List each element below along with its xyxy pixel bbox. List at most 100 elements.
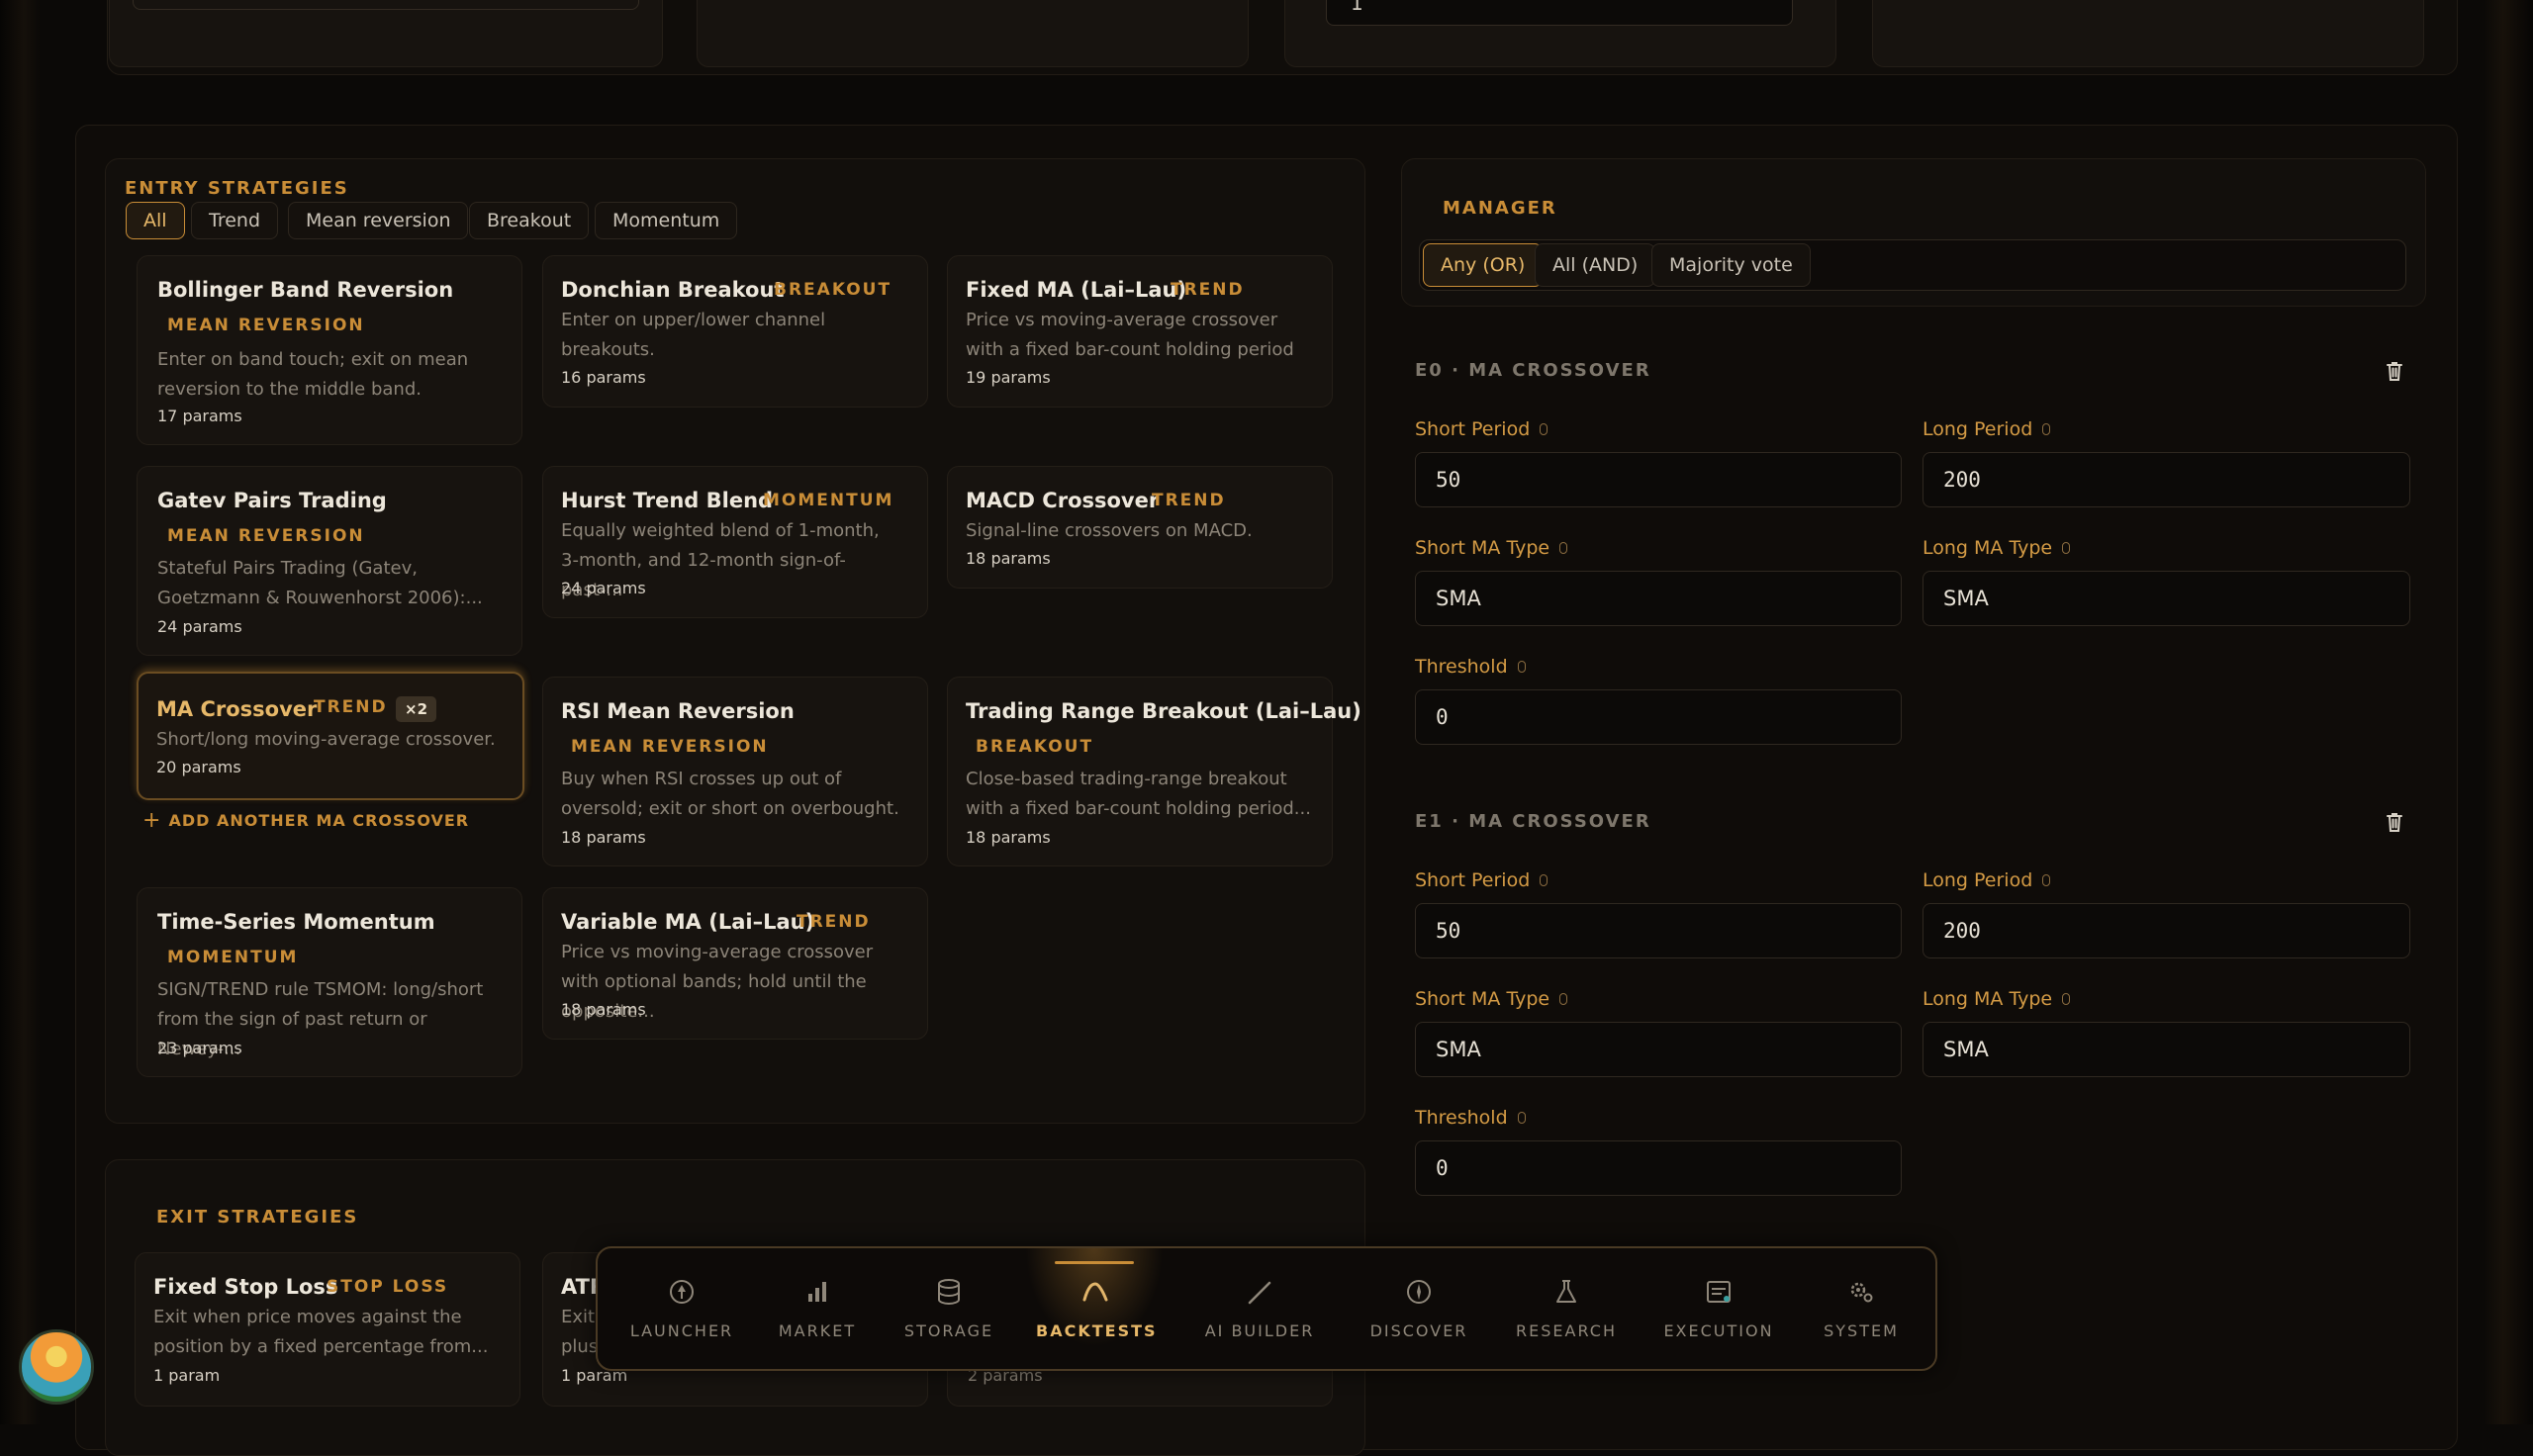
info-icon [2042, 874, 2051, 886]
short-ma-type-label: Short MA Type [1415, 988, 1568, 1010]
card-title: Hurst Trend Blend [561, 489, 774, 512]
card-desc: Exit when price moves against the positi… [153, 1307, 489, 1357]
strategy-card-trading-range[interactable]: Trading Range Breakout (Lai–Lau) BREAKOU… [947, 677, 1361, 866]
card-tag: BREAKOUT [976, 737, 1094, 757]
card-tag: TREND [1152, 491, 1226, 510]
short-period-label: Short Period [1415, 418, 1548, 440]
card-params: 18 params [966, 828, 1051, 847]
exit-card-fixed-stop-loss[interactable]: Fixed Stop Loss STOP LOSS Exit when pric… [135, 1252, 520, 1407]
card-desc: Close-based trading-range breakout with … [966, 769, 1311, 819]
card-params: 24 params [157, 617, 242, 636]
nav-discover[interactable]: DISCOVER [1360, 1276, 1478, 1340]
info-icon [1517, 1112, 1526, 1124]
exit-strategies-heading: EXIT STRATEGIES [156, 1207, 359, 1228]
flask-icon [1556, 1280, 1576, 1303]
card-params: 18 params [561, 1000, 646, 1019]
gear-icon [1850, 1282, 1873, 1303]
card-tag: BREAKOUT [774, 280, 892, 300]
card-desc: Stateful Pairs Trading (Gatev, Goetzmann… [157, 558, 483, 608]
card-params: 18 params [561, 828, 646, 847]
strategy-card-fixed-ma[interactable]: Fixed MA (Lai–Lau) TREND Price vs moving… [947, 255, 1333, 408]
card-tag: STOP LOSS [327, 1277, 449, 1297]
bar-chart-icon [808, 1282, 826, 1302]
short-ma-type-select[interactable]: SMA [1415, 571, 1902, 626]
avatar[interactable] [19, 1329, 94, 1405]
card-tag: TREND [797, 912, 871, 932]
short-period-input[interactable]: 50 [1415, 452, 1902, 507]
strategy-card-variable-ma[interactable]: Variable MA (Lai–Lau) TREND Price vs mov… [542, 887, 928, 1040]
top-card-4 [1872, 0, 2424, 67]
long-period-input[interactable]: 200 [1923, 903, 2410, 958]
card-desc: Short/long moving-average crossover. [156, 729, 496, 750]
card-desc: Buy when RSI crosses up out of oversold;… [561, 769, 899, 819]
filter-momentum[interactable]: Momentum [595, 202, 738, 239]
card-desc: Exit [561, 1307, 596, 1327]
info-icon [1540, 423, 1548, 435]
info-icon [1559, 993, 1568, 1005]
card-params: 16 params [561, 368, 646, 387]
short-ma-type-select[interactable]: SMA [1415, 1022, 1902, 1077]
entry-0-header: E0 · MA CROSSOVER [1415, 360, 1651, 381]
threshold-label: Threshold [1415, 656, 1526, 678]
mode-all-and[interactable]: All (AND) [1535, 243, 1656, 287]
rocket-icon [670, 1280, 694, 1304]
strategy-card-hurst[interactable]: Hurst Trend Blend MOMENTUM Equally weigh… [542, 466, 928, 618]
card-tag: MOMENTUM [167, 948, 299, 967]
nav-backtests[interactable]: BACKTESTS [1036, 1276, 1156, 1340]
strategy-card-donchian[interactable]: Donchian Breakout BREAKOUT Enter on uppe… [542, 255, 928, 408]
terminal-icon [1707, 1281, 1731, 1303]
card-tag: TREND [1171, 280, 1245, 300]
card-params: 20 params [156, 758, 241, 776]
info-icon [1517, 661, 1526, 673]
mode-majority-vote[interactable]: Majority vote [1651, 243, 1811, 287]
card-title: Time-Series Momentum [157, 910, 435, 934]
threshold-input[interactable]: 0 [1415, 1140, 1902, 1196]
entry-1-header: E1 · MA CROSSOVER [1415, 811, 1651, 832]
strategy-card-gatev[interactable]: Gatev Pairs Trading MEAN REVERSION State… [137, 466, 522, 656]
filter-breakout[interactable]: Breakout [469, 202, 590, 239]
card-title: RSI Mean Reversion [561, 699, 795, 723]
card-tag: MEAN REVERSION [167, 316, 365, 335]
nav-storage[interactable]: STORAGE [890, 1276, 1008, 1340]
top-input-1[interactable] [133, 0, 639, 10]
backtest-curve-icon [1082, 1282, 1108, 1302]
card-tag: MEAN REVERSION [167, 526, 365, 546]
nav-system[interactable]: SYSTEM [1802, 1276, 1921, 1340]
strategy-card-tsmom[interactable]: Time-Series Momentum MOMENTUM SIGN/TREND… [137, 887, 522, 1077]
card-params: 18 params [966, 549, 1051, 568]
add-another-ma-crossover-button[interactable]: + ADD ANOTHER MA CROSSOVER [142, 809, 469, 831]
info-icon [2042, 423, 2051, 435]
nav-market[interactable]: MARKET [758, 1276, 877, 1340]
right-frame [2484, 0, 2533, 1424]
top-input-2[interactable]: 1 [1326, 0, 1793, 26]
long-ma-type-label: Long MA Type [1923, 988, 2071, 1010]
delete-entry-0-trash-icon[interactable] [2385, 360, 2404, 382]
strategy-card-rsi[interactable]: RSI Mean Reversion MEAN REVERSION Buy wh… [542, 677, 928, 866]
strategy-card-macd[interactable]: MACD Crossover TREND Signal-line crossov… [947, 466, 1333, 589]
filter-all[interactable]: All [126, 202, 185, 239]
top-card-2 [697, 0, 1249, 67]
compass-icon [1407, 1280, 1431, 1304]
long-ma-type-select[interactable]: SMA [1923, 1022, 2410, 1077]
database-icon [938, 1279, 960, 1306]
nav-ai-builder[interactable]: AI BUILDER [1200, 1276, 1319, 1340]
nav-execution[interactable]: EXECUTION [1659, 1276, 1778, 1340]
card-desc: Enter on band touch; exit on mean revers… [157, 349, 469, 400]
long-period-input[interactable]: 200 [1923, 452, 2410, 507]
active-tab-indicator [1055, 1261, 1134, 1264]
mode-any-or[interactable]: Any (OR) [1423, 243, 1544, 287]
card-title: Fixed Stop Loss [153, 1275, 338, 1299]
filter-mean-reversion[interactable]: Mean reversion [288, 202, 469, 239]
strategy-card-ma-crossover[interactable]: MA Crossover TREND ×2 Short/long moving-… [137, 672, 524, 800]
threshold-input[interactable]: 0 [1415, 689, 1902, 745]
long-ma-type-select[interactable]: SMA [1923, 571, 2410, 626]
strategy-card-bollinger[interactable]: Bollinger Band Reversion MEAN REVERSION … [137, 255, 522, 445]
nav-launcher[interactable]: LAUNCHER [622, 1276, 741, 1340]
delete-entry-1-trash-icon[interactable] [2385, 811, 2404, 833]
card-desc-2: plus [561, 1336, 599, 1357]
filter-trend[interactable]: Trend [191, 202, 278, 239]
short-period-input[interactable]: 50 [1415, 903, 1902, 958]
card-params: 19 params [966, 368, 1051, 387]
card-title: Variable MA (Lai–Lau) [561, 910, 815, 934]
nav-research[interactable]: RESEARCH [1507, 1276, 1626, 1340]
